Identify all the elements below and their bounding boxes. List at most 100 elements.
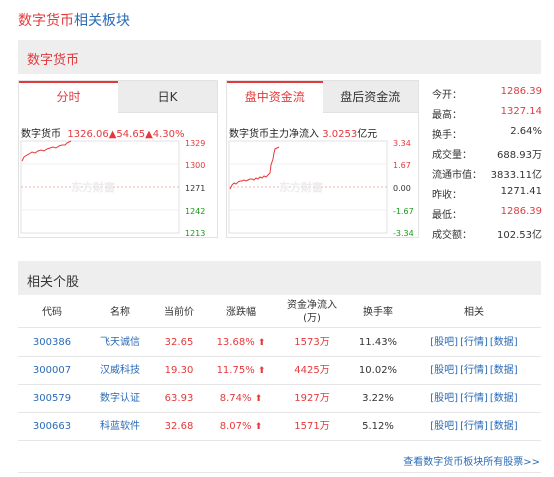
stat-amount: 成交额： 102.53亿 <box>432 230 542 241</box>
stock-price: 63.93 <box>164 393 194 404</box>
flow-axis-label-2: 1.67 <box>393 161 411 170</box>
col-flow-line2: (万) <box>303 313 321 324</box>
section-header-sector: 数字货币 <box>18 40 541 74</box>
link-forum[interactable]: [股吧] <box>430 393 458 404</box>
price-line <box>21 140 72 162</box>
intraday-chart-panel: 分时 日K 数字货币 1326.06▲54.65▲4.30% 东方财富 1329… <box>18 80 218 238</box>
section-header-stocks: 相关个股 <box>18 261 541 295</box>
stock-code[interactable]: 300386 <box>22 329 82 357</box>
stock-code[interactable]: 300663 <box>22 413 82 441</box>
flow-axis-label-3: 0.00 <box>393 184 411 193</box>
up-arrow-icon: ⬆ <box>254 422 263 432</box>
axis-label-2: 1300 <box>185 161 206 170</box>
up-arrow-icon: ⬆ <box>257 366 266 376</box>
table-row: 300663 科蓝软件 32.68 8.07% ⬆ 1571万 5.12% [股… <box>18 413 541 441</box>
stock-turnover: 3.22% <box>362 393 394 404</box>
col-price: 当前价 <box>164 306 194 318</box>
stock-flow: 1927万 <box>294 393 330 404</box>
stat-turnover: 换手： 2.64% <box>432 126 542 141</box>
stat-high: 最高： 1327.14 <box>432 106 542 121</box>
stock-links: [股吧] [行情] [数据] <box>414 385 534 413</box>
stock-name[interactable]: 数字认证 <box>90 385 150 413</box>
link-forum[interactable]: [股吧] <box>430 365 458 376</box>
bottom-divider <box>18 472 541 473</box>
col-code: 代码 <box>42 306 62 318</box>
link-quote[interactable]: [行情] <box>460 393 488 404</box>
col-flow: 资金净流入 (万) <box>280 296 344 328</box>
flow-axis-label-5: -3.34 <box>393 229 414 238</box>
stock-code[interactable]: 300579 <box>22 385 82 413</box>
stock-turnover: 5.12% <box>362 421 394 432</box>
stock-code[interactable]: 300007 <box>22 357 82 385</box>
stat-open: 今开： 1286.39 <box>432 86 542 101</box>
link-quote[interactable]: [行情] <box>460 337 488 348</box>
stock-change: 11.75% ⬆ <box>216 365 266 376</box>
stock-flow: 4425万 <box>294 365 330 376</box>
flow-axis-label-4: -1.67 <box>393 207 414 216</box>
flow-axis-label-1: 3.34 <box>393 139 411 148</box>
table-row: 300007 汉威科技 19.30 11.75% ⬆ 4425万 10.02% … <box>18 357 541 385</box>
tab-daily-k[interactable]: 日K <box>118 81 217 113</box>
link-quote[interactable]: [行情] <box>460 421 488 432</box>
flow-line <box>229 146 280 190</box>
stat-market-cap: 流通市值： 3833.11亿 <box>432 170 542 181</box>
col-name: 名称 <box>110 306 130 318</box>
link-forum[interactable]: [股吧] <box>430 337 458 348</box>
chart-quote-line: 数字货币 1326.06▲54.65▲4.30% <box>21 125 185 140</box>
col-related: 相关 <box>464 306 484 318</box>
col-change: 涨跌幅 <box>226 306 256 318</box>
up-arrow-icon: ⬆ <box>254 394 263 404</box>
axis-label-3: 1271 <box>185 184 206 193</box>
up-arrow-icon: ⬆ <box>257 338 266 348</box>
stock-change: 8.74% ⬆ <box>219 393 263 404</box>
flow-tabs: 盘中资金流 盘后资金流 <box>227 81 418 113</box>
page-title: 数字货币相关板块 <box>18 10 130 30</box>
table-row: 300579 数字认证 63.93 8.74% ⬆ 1927万 3.22% [股… <box>18 385 541 413</box>
stock-name[interactable]: 飞天诚信 <box>90 329 150 357</box>
stock-links: [股吧] [行情] [数据] <box>414 357 534 385</box>
stock-flow: 1571万 <box>294 421 330 432</box>
link-forum[interactable]: [股吧] <box>430 421 458 432</box>
link-quote[interactable]: [行情] <box>460 365 488 376</box>
stock-change: 13.68% ⬆ <box>216 337 266 348</box>
tab-after-hours-flow[interactable]: 盘后资金流 <box>322 81 418 113</box>
link-data[interactable]: [数据] <box>490 337 518 348</box>
stock-price: 32.68 <box>164 421 194 432</box>
stat-volume: 成交量： 688.93万 <box>432 150 542 161</box>
section-title-stocks: 相关个股 <box>27 275 80 290</box>
stock-change: 8.07% ⬆ <box>219 421 263 432</box>
view-all-stocks-link[interactable]: 查看数字货币板块所有股票>> <box>403 453 540 468</box>
tab-intraday[interactable]: 分时 <box>19 81 118 113</box>
page-title-part1: 数字货币 <box>18 13 74 29</box>
watermark: 东方财富 <box>71 180 115 194</box>
axis-label-4: 1242 <box>185 207 206 216</box>
capital-flow-chart: 东方财富 <box>228 140 388 234</box>
stock-price: 19.30 <box>164 365 194 376</box>
section-title-sector[interactable]: 数字货币 <box>27 49 79 68</box>
chart-tabs: 分时 日K <box>19 81 217 113</box>
stat-prev-close: 昨收： 1271.41 <box>432 186 542 201</box>
stock-links: [股吧] [行情] [数据] <box>414 329 534 357</box>
axis-label-1: 1329 <box>185 139 206 148</box>
col-flow-line1: 资金净流入 <box>287 300 337 311</box>
stock-name[interactable]: 汉威科技 <box>90 357 150 385</box>
stock-name[interactable]: 科蓝软件 <box>90 413 150 441</box>
stock-turnover: 10.02% <box>358 365 398 376</box>
stock-price: 32.65 <box>164 337 194 348</box>
tab-intraday-flow[interactable]: 盘中资金流 <box>227 81 323 113</box>
stat-low: 最低： 1286.39 <box>432 206 542 221</box>
col-turnover: 换手率 <box>363 306 393 318</box>
watermark: 东方财富 <box>279 180 323 194</box>
stock-flow: 1573万 <box>294 337 330 348</box>
capital-flow-panel: 盘中资金流 盘后资金流 数字货币主力净流入 3.0253亿元 东方财富 3.34… <box>226 80 419 238</box>
flow-head-line: 数字货币主力净流入 3.0253亿元 <box>229 125 377 140</box>
table-header: 代码 名称 当前价 涨跌幅 资金净流入 (万) 换手率 相关 <box>18 296 541 328</box>
stock-links: [股吧] [行情] [数据] <box>414 413 534 441</box>
table-row: 300386 飞天诚信 32.65 13.68% ⬆ 1573万 11.43% … <box>18 329 541 357</box>
page-title-part2: 相关板块 <box>74 13 130 29</box>
link-data[interactable]: [数据] <box>490 365 518 376</box>
link-data[interactable]: [数据] <box>490 421 518 432</box>
stock-turnover: 11.43% <box>358 337 398 348</box>
link-data[interactable]: [数据] <box>490 393 518 404</box>
axis-label-5: 1213 <box>185 229 206 238</box>
